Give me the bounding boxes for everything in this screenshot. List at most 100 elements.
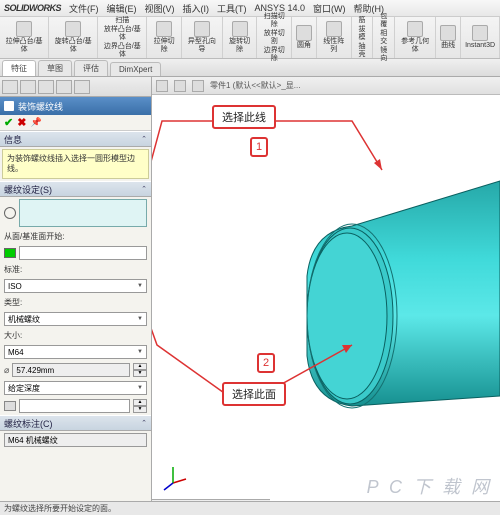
caret-icon: ⌃ — [141, 419, 147, 427]
depth-input[interactable] — [19, 399, 130, 413]
cancel-button[interactable]: ✖ — [17, 116, 26, 129]
tab-features[interactable]: 特征 — [2, 60, 36, 76]
step-marker-1: 1 — [250, 137, 268, 157]
cut-revolve-icon — [232, 21, 248, 37]
view-triad[interactable] — [158, 463, 188, 493]
chevron-down-icon: ▼ — [137, 349, 143, 355]
cmd-curves[interactable]: 曲线 — [436, 17, 461, 58]
fmgr-tab4[interactable] — [56, 80, 72, 94]
menu-view[interactable]: 视图(V) — [145, 2, 175, 15]
menu-ansys[interactable]: ANSYS 14.0 — [255, 3, 306, 13]
menu-tools[interactable]: 工具(T) — [217, 2, 247, 15]
depth-spinner[interactable]: ▲▼ — [133, 399, 147, 413]
depth-dropdown[interactable]: 给定深度▼ — [4, 381, 147, 395]
cmd-fillet[interactable]: 圆角 — [292, 17, 317, 58]
section-info[interactable]: 信息⌃ — [0, 131, 151, 147]
cmd-wrap-group[interactable]: 包覆相交镜向 — [373, 17, 395, 58]
view-cube-icon[interactable] — [156, 80, 168, 92]
caret-icon: ⌃ — [141, 185, 147, 193]
menu-bar: SOLIDWORKS 文件(F) 编辑(E) 视图(V) 插入(I) 工具(T)… — [0, 0, 500, 17]
cmd-instant3d[interactable]: Instant3D — [461, 17, 500, 58]
cmd-cut-extrude[interactable]: 拉伸切除 — [147, 17, 182, 58]
section-callout[interactable]: 螺纹标注(C)⌃ — [0, 415, 151, 431]
tab-evaluate[interactable]: 评估 — [74, 60, 108, 76]
callout-select-line: 选择此线 — [212, 105, 276, 129]
cut-extrude-icon — [156, 21, 172, 37]
edge-select-row — [0, 197, 151, 229]
section-thread-settings[interactable]: 螺纹设定(S)⌃ — [0, 181, 151, 197]
thread-icon — [4, 101, 14, 111]
standard-dropdown[interactable]: ISO▼ — [4, 279, 147, 293]
revolve-icon — [65, 21, 81, 37]
status-text: 为螺纹选择所要开始设定的面。 — [4, 503, 116, 514]
face-select-row — [0, 244, 151, 262]
std-label: 标准: — [0, 262, 151, 277]
caret-icon: ⌃ — [141, 135, 147, 143]
tab-dimxpert[interactable]: DimXpert — [110, 62, 161, 76]
menu-insert[interactable]: 插入(I) — [183, 2, 210, 15]
type-dropdown[interactable]: 机械螺纹▼ — [4, 312, 147, 326]
callout-select-face: 选择此面 — [222, 382, 286, 406]
cmd-tabs: 特征 草图 评估 DimXpert — [0, 59, 500, 77]
ok-button[interactable]: ✔ — [4, 116, 13, 129]
fmgr-tab5[interactable] — [74, 80, 90, 94]
fillet-icon — [296, 25, 312, 41]
circle-edge-icon — [4, 207, 16, 219]
step-marker-2: 2 — [257, 353, 275, 373]
menu-window[interactable]: 窗口(W) — [313, 2, 346, 15]
cmd-ref-geom[interactable]: 参考几何体 — [395, 17, 436, 58]
cmd-rib-group[interactable]: 筋拔模抽壳 — [352, 17, 374, 58]
diameter-input[interactable]: 57.429mm — [12, 363, 130, 377]
extrude-icon — [16, 21, 32, 37]
depth-icon — [4, 401, 16, 411]
curves-icon — [440, 25, 456, 41]
diameter-spinner[interactable]: ▲▼ — [133, 363, 147, 377]
chevron-down-icon: ▼ — [137, 283, 143, 289]
cmd-extrude-boss[interactable]: 拉伸凸台/基体 — [0, 17, 49, 58]
property-manager: 装饰螺纹线 ✔ ✖ 📌 信息⌃ 为装饰螺纹线插入选择一圆形模型边线。 螺纹设定(… — [0, 77, 152, 515]
doc-tab[interactable]: 零件1 (默认<<默认>_显... — [210, 80, 300, 91]
view-toolbar: 零件1 (默认<<默认>_显... — [152, 77, 500, 95]
cmd-hole-wizard[interactable]: 异型孔向导 — [182, 17, 223, 58]
status-bar: 为螺纹选择所要开始设定的面。 — [0, 501, 500, 515]
cmd-cut-sweep-group[interactable]: 扫描切除放样切割边界切除 — [257, 17, 292, 58]
pm-title: 装饰螺纹线 — [18, 100, 63, 113]
view-cube-icon[interactable] — [192, 80, 204, 92]
instant3d-icon — [472, 25, 488, 41]
watermark: P C 下 载 网 — [367, 477, 492, 497]
cmd-cut-revolve[interactable]: 旋转切除 — [223, 17, 258, 58]
edge-select-box[interactable] — [19, 199, 147, 227]
chevron-down-icon: ▼ — [137, 316, 143, 322]
callout-input[interactable]: M64 机械螺纹 — [4, 433, 147, 447]
fmgr-tab-tree[interactable] — [2, 80, 18, 94]
face-select-box[interactable] — [19, 246, 147, 260]
diameter-icon: ⌀ — [4, 365, 9, 376]
view-cube-icon[interactable] — [174, 80, 186, 92]
tab-sketch[interactable]: 草图 — [38, 60, 72, 76]
fmgr-tab-pm[interactable] — [20, 80, 36, 94]
fmgr-tab-row — [0, 77, 151, 97]
fmgr-tab3[interactable] — [38, 80, 54, 94]
cmd-sweep-group[interactable]: 扫描放样凸台/基体边界凸台/基体 — [98, 17, 147, 58]
hole-icon — [194, 21, 210, 37]
from-label: 从面/基准面开始: — [0, 229, 151, 244]
model-3d — [152, 95, 500, 497]
command-ribbon: 拉伸凸台/基体 旋转凸台/基体 扫描放样凸台/基体边界凸台/基体 拉伸切除 异型… — [0, 17, 500, 59]
main-container: 装饰螺纹线 ✔ ✖ 📌 信息⌃ 为装饰螺纹线插入选择一圆形模型边线。 螺纹设定(… — [0, 77, 500, 515]
type-label: 类型: — [0, 295, 151, 310]
size-label: 大小: — [0, 328, 151, 343]
info-text: 为装饰螺纹线插入选择一圆形模型边线。 — [2, 149, 149, 179]
refgeom-icon — [407, 21, 423, 37]
cmd-revolve-boss[interactable]: 旋转凸台/基体 — [49, 17, 98, 58]
app-logo: SOLIDWORKS — [4, 3, 61, 13]
menu-edit[interactable]: 编辑(E) — [107, 2, 137, 15]
cmd-pattern[interactable]: 线性阵列 — [317, 17, 352, 58]
chevron-down-icon: ▼ — [137, 385, 143, 391]
pin-button[interactable]: 📌 — [30, 117, 41, 128]
size-dropdown[interactable]: M64▼ — [4, 345, 147, 359]
graphics-viewport[interactable]: 零件1 (默认<<默认>_显... 选择此线 1 选择此面 — [152, 77, 500, 515]
face-swatch-icon — [4, 248, 16, 258]
pm-title-bar: 装饰螺纹线 — [0, 97, 151, 115]
pattern-icon — [326, 21, 342, 37]
menu-file[interactable]: 文件(F) — [69, 2, 99, 15]
